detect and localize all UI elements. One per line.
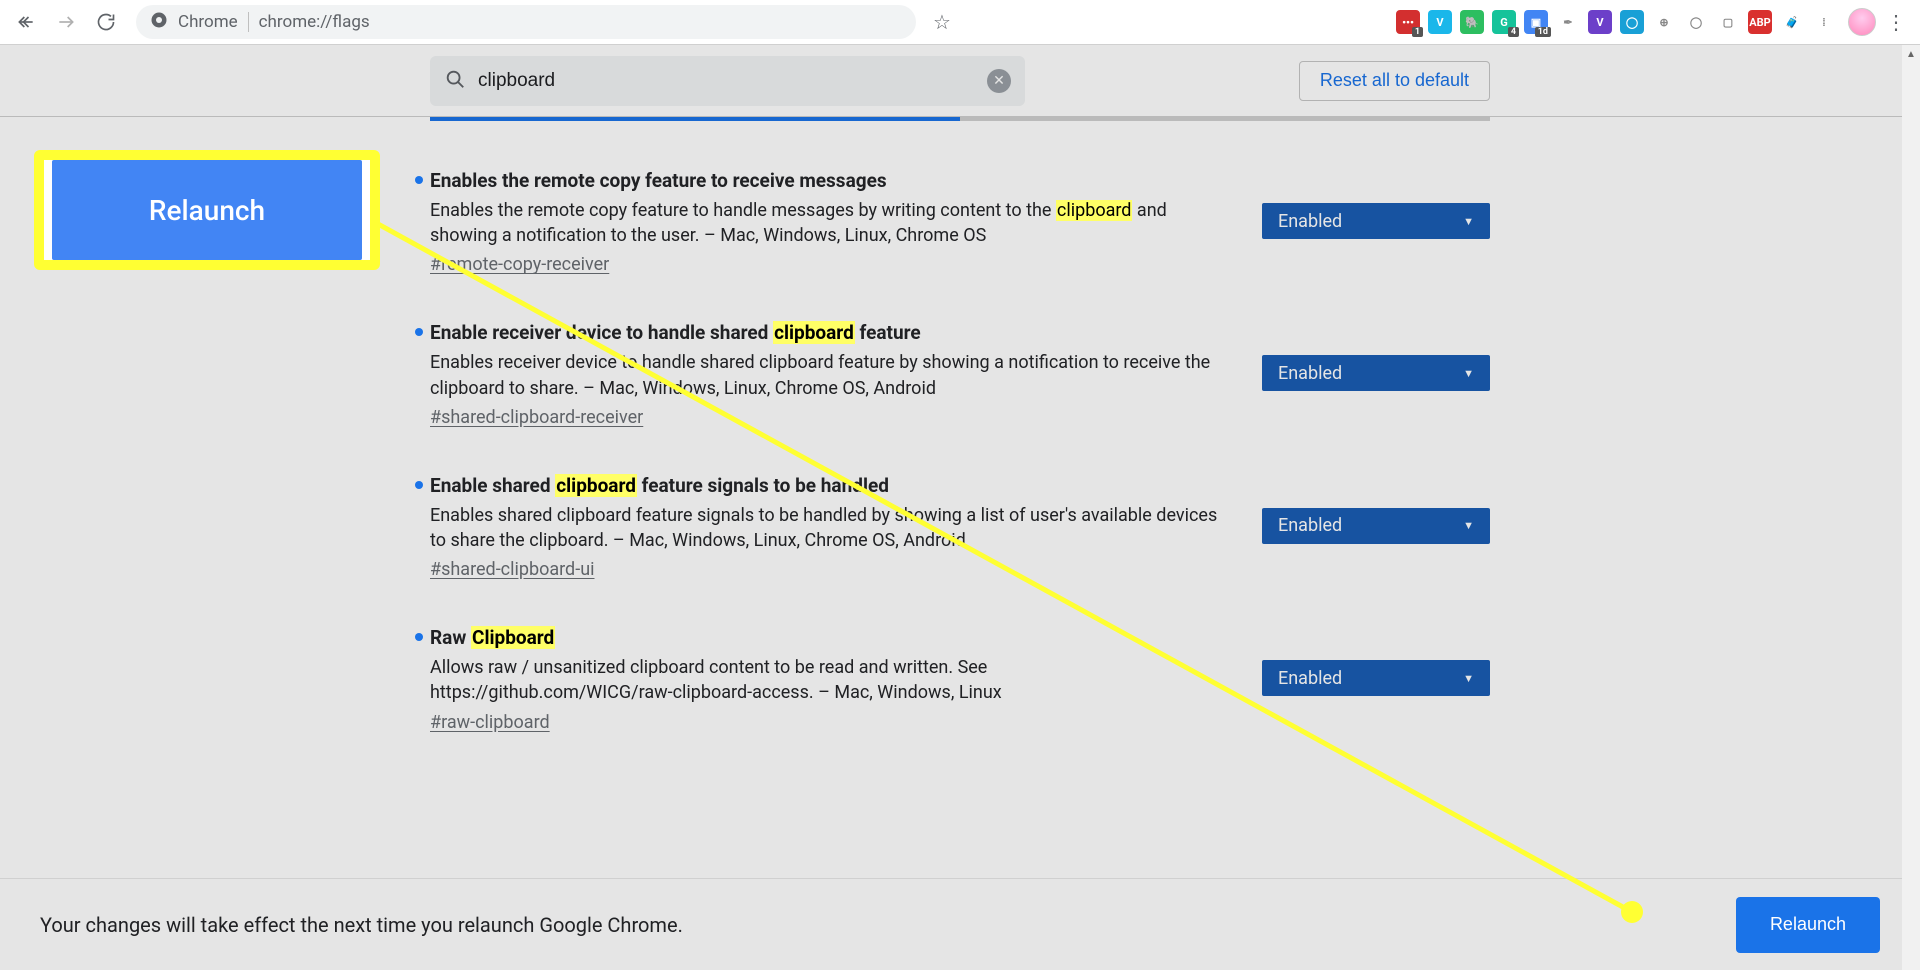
extension-vidyard-icon[interactable]: V (1588, 10, 1612, 34)
flag-state-value: Enabled (1278, 515, 1342, 536)
flag-info: Enables the remote copy feature to recei… (430, 169, 1232, 275)
flag-state-select[interactable]: Enabled ▼ (1262, 508, 1490, 544)
flag-permalink[interactable]: #shared-clipboard-ui (430, 559, 595, 580)
relaunch-footer: Your changes will take effect the next t… (0, 878, 1920, 970)
flag-row: Enables the remote copy feature to recei… (430, 123, 1490, 275)
extension-briefcase-icon[interactable]: 🧳 (1780, 10, 1804, 34)
extension-vimeo-icon[interactable]: V (1428, 10, 1452, 34)
extension-loom-icon[interactable]: ◯ (1620, 10, 1644, 34)
flag-description: Enables receiver device to handle shared… (430, 350, 1232, 400)
flag-description: Enables the remote copy feature to handl… (430, 198, 1232, 248)
relaunch-button[interactable]: Relaunch (1736, 897, 1880, 953)
extension-box-icon[interactable]: ▢ (1716, 10, 1740, 34)
extension-grammarly-icon[interactable]: G4 (1492, 10, 1516, 34)
clear-search-icon[interactable]: ✕ (987, 69, 1011, 93)
flag-row: Enable shared clipboard feature signals … (430, 428, 1490, 580)
extension-adblock-icon[interactable]: ABP (1748, 10, 1772, 34)
flag-title: Enables the remote copy feature to recei… (430, 169, 1232, 192)
vertical-scrollbar[interactable] (1902, 45, 1920, 970)
flag-description: Enables shared clipboard feature signals… (430, 503, 1232, 553)
flags-search-input[interactable] (478, 70, 975, 92)
flag-permalink[interactable]: #shared-clipboard-receiver (430, 407, 643, 428)
flags-search-box[interactable]: ✕ (430, 56, 1025, 106)
reload-button[interactable] (88, 4, 124, 40)
flag-state-select[interactable]: Enabled ▼ (1262, 203, 1490, 239)
extension-pen-icon[interactable]: ✒ (1556, 10, 1580, 34)
flag-state-value: Enabled (1278, 211, 1342, 232)
modified-dot-icon (415, 328, 423, 336)
flag-state-select[interactable]: Enabled ▼ (1262, 355, 1490, 391)
flag-row: Enable receiver device to handle shared … (430, 275, 1490, 427)
flag-info: Enable receiver device to handle shared … (430, 321, 1232, 427)
omnibox-separator (248, 12, 249, 32)
chevron-down-icon: ▼ (1463, 672, 1474, 685)
modified-dot-icon (415, 176, 423, 184)
flag-info: Enable shared clipboard feature signals … (430, 474, 1232, 580)
flag-title: Enable receiver device to handle shared … (430, 321, 1232, 344)
back-button[interactable] (8, 4, 44, 40)
address-bar[interactable]: Chrome chrome://flags (136, 5, 916, 39)
omnibox-chip: Chrome (178, 12, 238, 32)
flag-title: Raw Clipboard (430, 626, 1232, 649)
extension-circle-icon[interactable]: ◯ (1684, 10, 1708, 34)
extension-badge: 4 (1508, 27, 1519, 37)
extension-evernote-icon[interactable]: 🐘 (1460, 10, 1484, 34)
search-highlight: clipboard (1056, 200, 1133, 221)
extension-plus-icon[interactable]: ⊕ (1652, 10, 1676, 34)
profile-avatar[interactable] (1848, 8, 1876, 36)
extension-badge: 1d (1535, 27, 1551, 37)
search-highlight: Clipboard (471, 626, 555, 649)
extension-onetab-icon[interactable]: ▣1d (1524, 10, 1548, 34)
extension-row: •••1 V 🐘 G4 ▣1d ✒ V ◯ ⊕ ◯ ▢ ABP 🧳 ⁞ (1396, 10, 1844, 34)
forward-button[interactable] (48, 4, 84, 40)
flag-permalink[interactable]: #remote-copy-receiver (430, 254, 609, 275)
chrome-icon (150, 11, 168, 34)
extension-lastpass-icon[interactable]: •••1 (1396, 10, 1420, 34)
extension-badge: 1 (1412, 27, 1423, 37)
reset-all-button[interactable]: Reset all to default (1299, 61, 1490, 101)
extension-dots-icon[interactable]: ⁞ (1812, 10, 1836, 34)
flag-description: Allows raw / unsanitized clipboard conte… (430, 655, 1232, 705)
flags-toolbar: ✕ Reset all to default (0, 45, 1920, 117)
flag-state-value: Enabled (1278, 363, 1342, 384)
flag-title: Enable shared clipboard feature signals … (430, 474, 1232, 497)
flag-row: Raw Clipboard Allows raw / unsanitized cl… (430, 580, 1490, 732)
chevron-down-icon: ▼ (1463, 519, 1474, 532)
search-icon (444, 68, 466, 94)
flag-permalink[interactable]: #raw-clipboard (430, 712, 550, 733)
flag-info: Raw Clipboard Allows raw / unsanitized cl… (430, 626, 1232, 732)
omnibox-url: chrome://flags (259, 12, 370, 32)
modified-dot-icon (415, 633, 423, 641)
tab-unavailable[interactable] (960, 117, 1490, 121)
modified-dot-icon (415, 481, 423, 489)
chevron-down-icon: ▼ (1463, 367, 1474, 380)
browser-toolbar: Chrome chrome://flags ☆ •••1 V 🐘 G4 ▣1d ✒ V ◯ ⊕ ◯… (0, 0, 1920, 45)
search-highlight: clipboard (773, 321, 855, 344)
flag-state-value: Enabled (1278, 668, 1342, 689)
search-highlight: clipboard (555, 474, 637, 497)
scrollbar-up-arrow-icon[interactable]: ▲ (1902, 45, 1920, 63)
bookmark-star-icon[interactable]: ☆ (926, 10, 958, 34)
chevron-down-icon: ▼ (1463, 215, 1474, 228)
tab-available[interactable] (430, 117, 960, 121)
annotation-relaunch-button: Relaunch (52, 160, 362, 260)
chrome-menu-icon[interactable]: ⋮ (1880, 10, 1912, 34)
flag-state-select[interactable]: Enabled ▼ (1262, 660, 1490, 696)
annotation-callout: Relaunch (34, 150, 380, 270)
relaunch-message: Your changes will take effect the next t… (40, 913, 683, 937)
